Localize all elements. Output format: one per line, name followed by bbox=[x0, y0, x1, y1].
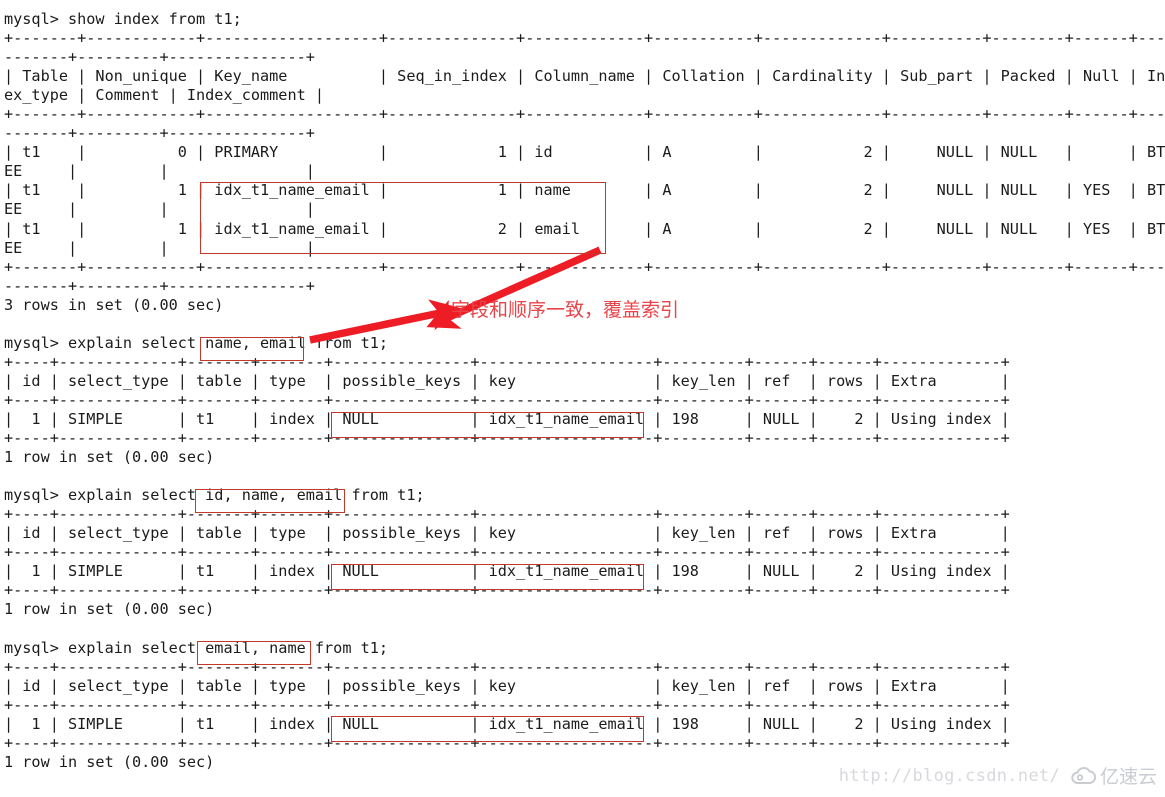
terminal-output: mysql> show index from t1; +-------+-----… bbox=[0, 0, 1165, 797]
terminal-line-result3: 1 row in set (0.00 sec) bbox=[4, 600, 215, 619]
terminal-line-e1-sep1: +----+-------------+-------+-------+----… bbox=[4, 352, 1010, 371]
terminal-line-e1-hdr: | id | select_type | table | type | poss… bbox=[4, 371, 1010, 390]
terminal-line-e3-sep1: +----+-------------+-------+-------+----… bbox=[4, 657, 1010, 676]
terminal-line-e2-hdr: | id | select_type | table | type | poss… bbox=[4, 524, 1010, 543]
select-columns-highlight-1 bbox=[200, 337, 304, 361]
terminal-line-e3-sep2: +----+-------------+-------+-------+----… bbox=[4, 695, 1010, 714]
terminal-line-cmd-explain-2: mysql> explain select id, name, email fr… bbox=[4, 486, 425, 505]
terminal-line-result4: 1 row in set (0.00 sec) bbox=[4, 752, 215, 771]
terminal-line-cmd-explain-1: mysql> explain select name, email from t… bbox=[4, 333, 389, 352]
annotation-note: 字段和顺序一致，覆盖索引 bbox=[451, 299, 680, 321]
explain-key-highlight-3 bbox=[331, 716, 644, 742]
terminal-line-e1-sep2: +----+-------------+-------+-------+----… bbox=[4, 390, 1010, 409]
terminal-line-e3-hdr: | id | select_type | table | type | poss… bbox=[4, 676, 1010, 695]
index-rows-highlight bbox=[200, 182, 606, 254]
terminal-line-e2-sep1: +----+-------------+-------+-------+----… bbox=[4, 505, 1010, 524]
terminal-line-cmd-explain-3: mysql> explain select email, name from t… bbox=[4, 638, 389, 657]
terminal-line-sep1a: +-------+------------+------------------… bbox=[4, 29, 1165, 48]
terminal-line-sep2a: +-------+------------+------------------… bbox=[4, 105, 1165, 124]
terminal-line-hdr1b: ex_type | Comment | Index_comment | bbox=[4, 86, 325, 105]
terminal-line-sep2b: -------+---------+---------------+ bbox=[4, 124, 315, 143]
terminal-line-row1b: EE | | | bbox=[4, 162, 315, 181]
terminal-line-sep1b: -------+---------+---------------+ bbox=[4, 48, 315, 67]
terminal-line-sep3b: -------+---------+---------------+ bbox=[4, 276, 315, 295]
terminal-line-result2: 1 row in set (0.00 sec) bbox=[4, 448, 215, 467]
terminal-line-row1a: | t1 | 0 | PRIMARY | 1 | id | A | 2 | NU… bbox=[4, 143, 1165, 162]
explain-key-highlight-1 bbox=[331, 412, 644, 438]
terminal-line-blank2 bbox=[4, 467, 1165, 486]
select-columns-highlight-3 bbox=[197, 641, 311, 665]
select-columns-highlight-2 bbox=[195, 489, 345, 513]
terminal-line-hdr1a: | Table | Non_unique | Key_name | Seq_in… bbox=[4, 67, 1165, 86]
terminal-line-blank3 bbox=[4, 620, 1165, 639]
terminal-line-sep3a: +-------+------------+------------------… bbox=[4, 257, 1165, 276]
explain-key-highlight-2 bbox=[331, 564, 644, 590]
terminal-line-e2-sep2: +----+-------------+-------+-------+----… bbox=[4, 543, 1010, 562]
terminal-line-cmd-show-index: mysql> show index from t1; bbox=[4, 10, 242, 28]
